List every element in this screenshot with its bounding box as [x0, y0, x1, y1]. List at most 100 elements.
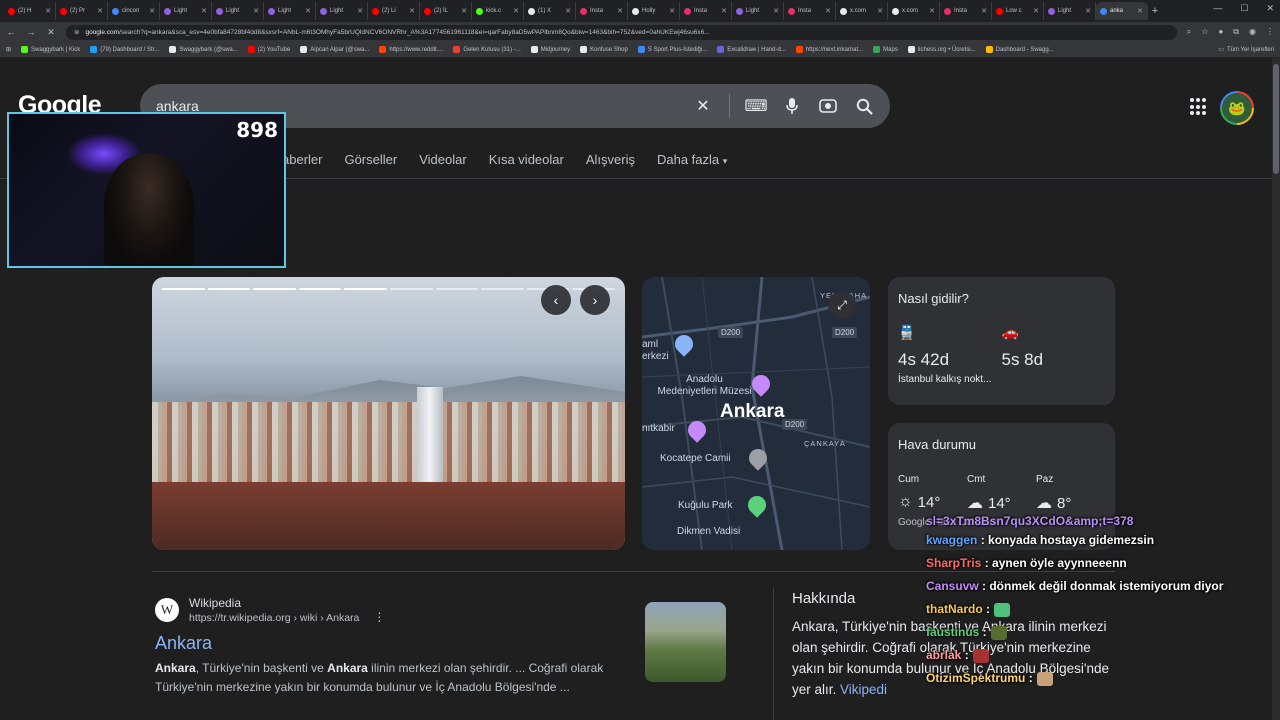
tab-close-icon[interactable]: ✕ — [669, 7, 675, 15]
keyboard-icon[interactable]: ⌨ — [744, 96, 767, 116]
all-bookmarks-folder[interactable]: ▭ Tüm Yer İşaretleri — [1218, 46, 1274, 54]
browser-tab[interactable]: x.com ✕ — [888, 2, 940, 20]
browser-tab[interactable]: Holly ✕ — [628, 2, 680, 20]
browser-menu-icon[interactable]: ⋮ — [1266, 27, 1274, 37]
new-tab-icon[interactable]: + — [1148, 5, 1162, 17]
address-bar[interactable]: ⊜ google.com /search?q=ankara&sca_esv=4e… — [66, 24, 1177, 40]
account-avatar[interactable]: 🐸 — [1220, 91, 1254, 125]
tab-close-icon[interactable]: ✕ — [1137, 7, 1143, 15]
google-apps-icon[interactable] — [1190, 98, 1208, 116]
bookmark-item[interactable]: https://next.inkarnat... — [795, 46, 863, 53]
lens-camera-icon[interactable] — [818, 96, 838, 116]
tab-close-icon[interactable]: ✕ — [45, 7, 51, 15]
bookmark-item[interactable]: (79) Dashboard / Str... — [90, 46, 159, 53]
travel-card[interactable]: Nasıl gidilir? 🚆 4s 42d İstanbul kalkış … — [888, 277, 1115, 405]
tab-close-icon[interactable]: ✕ — [1033, 7, 1039, 15]
bookmark-item[interactable]: Gelen Kutusu (31) -... — [453, 46, 521, 53]
browser-tab[interactable]: x.com ✕ — [836, 2, 888, 20]
browser-tab[interactable]: (2) Pr ✕ — [56, 2, 108, 20]
city-map[interactable]: YENİMAHA D200 D200 D200 aml erkezi Anado… — [642, 277, 870, 550]
carousel-prev-button[interactable]: ‹ — [541, 285, 571, 315]
carousel-next-button[interactable]: › — [580, 285, 610, 315]
tab-more[interactable]: Daha fazla ▾ — [657, 152, 727, 167]
forward-icon[interactable]: → — [26, 27, 36, 37]
tab-close-icon[interactable]: ✕ — [877, 7, 883, 15]
result-site-name[interactable]: Wikipedia — [189, 596, 385, 610]
tab-close-icon[interactable]: ✕ — [513, 7, 519, 15]
profile-icon[interactable]: ◉ — [1249, 27, 1256, 37]
browser-tab[interactable]: (2) İL ✕ — [420, 2, 472, 20]
browser-tab[interactable]: (2) H ✕ — [4, 2, 56, 20]
zoom-icon[interactable]: ⌕ — [1187, 27, 1191, 37]
tab-close-icon[interactable]: ✕ — [721, 7, 727, 15]
tab-close-icon[interactable]: ✕ — [97, 7, 103, 15]
browser-tab[interactable]: (2) Li ✕ — [368, 2, 420, 20]
browser-tab[interactable]: Insta ✕ — [576, 2, 628, 20]
browser-tab[interactable]: Light ✕ — [1044, 2, 1096, 20]
tab-images[interactable]: Görseller — [344, 152, 397, 167]
tab-news[interactable]: aberler — [282, 152, 322, 167]
bookmark-item[interactable]: Excalidraw | Hand-d... — [717, 46, 786, 53]
site-info-icon[interactable]: ⊜ — [74, 28, 79, 36]
tab-close-icon[interactable]: ✕ — [825, 7, 831, 15]
tab-close-icon[interactable]: ✕ — [149, 7, 155, 15]
bookmark-item[interactable]: Maps — [873, 46, 898, 53]
bookmark-star-icon[interactable]: ☆ — [1201, 27, 1208, 37]
bookmark-item[interactable]: S Sport Plus-İstediği... — [637, 46, 707, 53]
bookmark-item[interactable]: Dashboard - Swagg... — [985, 46, 1054, 53]
bookmark-item[interactable]: Alpcan Alpar (@swa... — [300, 46, 369, 53]
result-title-link[interactable]: Ankara — [155, 633, 625, 654]
result-thumbnail[interactable] — [645, 602, 726, 682]
tab-close-icon[interactable]: ✕ — [773, 7, 779, 15]
browser-tab[interactable]: Light ✕ — [732, 2, 784, 20]
result-url[interactable]: https://tr.wikipedia.org › wiki › Ankara… — [189, 610, 385, 624]
browser-tab[interactable]: Light ✕ — [212, 2, 264, 20]
maximize-icon[interactable]: ☐ — [1240, 3, 1248, 14]
tab-short-videos[interactable]: Kısa videolar — [489, 152, 564, 167]
browser-tab[interactable]: Low c ✕ — [992, 2, 1044, 20]
browser-tab[interactable]: Insta ✕ — [940, 2, 992, 20]
page-scrollbar[interactable] — [1272, 58, 1280, 720]
clear-icon[interactable]: ✕ — [693, 96, 713, 116]
browser-tab[interactable]: Insta ✕ — [680, 2, 732, 20]
minimize-icon[interactable]: — — [1213, 3, 1222, 14]
apps-grid-icon[interactable]: ⊞ — [6, 46, 11, 53]
more-options-icon[interactable]: ⋮ — [373, 610, 385, 624]
tab-shopping[interactable]: Alışveriş — [586, 152, 635, 167]
scrollbar-thumb[interactable] — [1273, 64, 1279, 174]
tab-close-icon[interactable]: ✕ — [357, 7, 363, 15]
stop-icon[interactable]: ✕ — [46, 27, 56, 38]
browser-tab[interactable]: (1) X ✕ — [524, 2, 576, 20]
tab-close-icon[interactable]: ✕ — [409, 7, 415, 15]
travel-option-train[interactable]: 🚆 4s 42d İstanbul kalkış nokt... — [898, 324, 1002, 385]
bookmark-item[interactable]: (2) YouTube — [247, 46, 290, 53]
bookmark-item[interactable]: Konfuse Shop — [580, 46, 628, 53]
extensions-menu-icon[interactable]: ⧉ — [1233, 27, 1239, 37]
bookmark-item[interactable]: Midjourney — [530, 46, 570, 53]
tab-close-icon[interactable]: ✕ — [981, 7, 987, 15]
bookmark-item[interactable]: Swaggybark | Kick — [21, 46, 80, 53]
extension-icon[interactable]: ● — [1218, 27, 1223, 37]
back-icon[interactable]: ← — [6, 27, 16, 37]
tab-videos[interactable]: Videolar — [419, 152, 466, 167]
bookmark-item[interactable]: lichess.org • Ücretsi... — [907, 46, 976, 53]
browser-tab[interactable]: Insta ✕ — [784, 2, 836, 20]
tab-close-icon[interactable]: ✕ — [617, 7, 623, 15]
browser-tab[interactable]: Light ✕ — [160, 2, 212, 20]
tab-close-icon[interactable]: ✕ — [929, 7, 935, 15]
tab-close-icon[interactable]: ✕ — [461, 7, 467, 15]
microphone-icon[interactable] — [782, 96, 802, 116]
browser-tab[interactable]: anka ✕ — [1096, 2, 1148, 20]
travel-option-car[interactable]: 🚗 5s 8d — [1002, 324, 1106, 385]
browser-tab[interactable]: kick.c ✕ — [472, 2, 524, 20]
browser-tab[interactable]: Light ✕ — [316, 2, 368, 20]
expand-map-button[interactable]: ⤢ — [828, 291, 856, 319]
tab-close-icon[interactable]: ✕ — [305, 7, 311, 15]
about-source-link[interactable]: Vikipedi — [840, 682, 887, 697]
tab-close-icon[interactable]: ✕ — [1085, 7, 1091, 15]
browser-tab[interactable]: cincon ✕ — [108, 2, 160, 20]
search-icon[interactable] — [854, 96, 874, 116]
tab-close-icon[interactable]: ✕ — [253, 7, 259, 15]
browser-tab[interactable]: Light ✕ — [264, 2, 316, 20]
city-photo-carousel[interactable] — [152, 277, 625, 550]
